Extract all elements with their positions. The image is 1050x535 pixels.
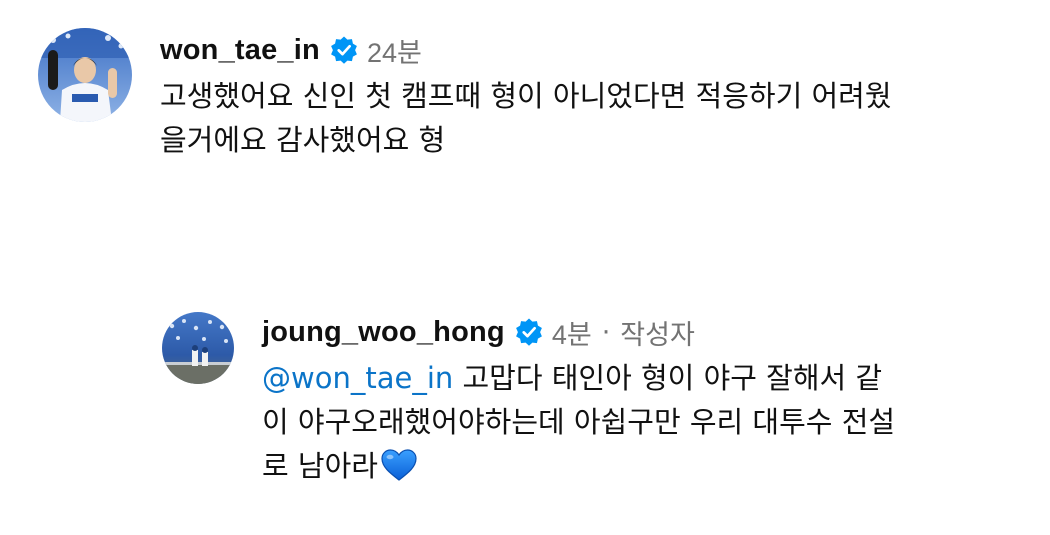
comment-item: won_tae_in 24분 고생했어요 신인 첫 캠프때 형이 아니었다면 적…: [38, 28, 1020, 162]
author-tag: 작성자: [620, 319, 695, 351]
comment-text-line: 을거에요 감사했어요 형: [160, 123, 446, 157]
reply-meta: joung_woo_hong 4분 · 작성자: [262, 310, 1022, 354]
username[interactable]: joung_woo_hong: [262, 316, 505, 349]
comment-text-line: 고생했어요 신인 첫 캠프때 형이 아니었다면 적응하기 어려웠: [160, 79, 892, 113]
verified-badge-icon: [329, 35, 359, 65]
blue-heart-icon: [380, 448, 418, 482]
comment-body: won_tae_in 24분 고생했어요 신인 첫 캠프때 형이 아니었다면 적…: [160, 28, 1020, 162]
timestamp: 24분: [366, 37, 422, 68]
mention-link[interactable]: @won_tae_in: [262, 361, 453, 395]
reply-text-line: 로 남아라: [262, 449, 378, 483]
reply-body: joung_woo_hong 4분 · 작성자 @won_tae_in 고맙다 …: [262, 310, 1022, 488]
timestamp: 4분: [551, 319, 592, 350]
comment-thread: won_tae_in 24분 고생했어요 신인 첫 캠프때 형이 아니었다면 적…: [0, 0, 1050, 535]
avatar-photo: [38, 28, 132, 122]
reply-text: @won_tae_in 고맙다 태인아 형이 야구 잘해서 같이 야구오래했어야…: [262, 356, 1022, 488]
comment-meta: won_tae_in 24분: [160, 28, 1020, 72]
reply-text-segment: 고맙다 태인아 형이 야구 잘해서 같: [453, 361, 883, 395]
avatar[interactable]: [38, 28, 132, 122]
avatar-photo: [162, 312, 234, 384]
comment-text: 고생했어요 신인 첫 캠프때 형이 아니었다면 적응하기 어려웠을거에요 감사했…: [160, 74, 1020, 162]
username[interactable]: won_tae_in: [160, 34, 320, 67]
verified-badge-icon: [514, 317, 544, 347]
separator-dot: ·: [601, 316, 611, 348]
reply-text-line: 이 야구오래했어야하는데 아쉽구만 우리 대투수 전설: [262, 405, 896, 439]
reply-item: joung_woo_hong 4분 · 작성자 @won_tae_in 고맙다 …: [162, 310, 1022, 488]
avatar[interactable]: [162, 312, 234, 384]
